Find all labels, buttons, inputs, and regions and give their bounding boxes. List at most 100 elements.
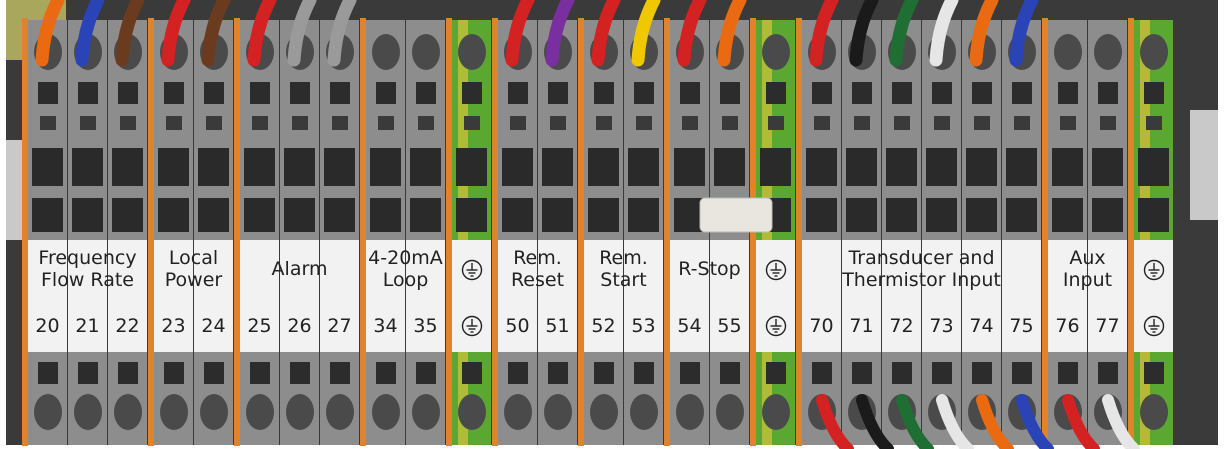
terminal-group: 4-20mA Loop 34 35 xyxy=(366,240,445,352)
terminal-group: Alarm 25 26 27 xyxy=(240,240,359,352)
ground-icon xyxy=(756,306,795,346)
terminal-24 xyxy=(194,20,233,445)
group-label-line: Flow Rate xyxy=(41,269,134,291)
terminal-number: 76 xyxy=(1055,315,1080,337)
terminal-number: 20 xyxy=(35,315,60,337)
terminal-group: Aux Input 76 77 xyxy=(1048,240,1127,352)
group-label-line: Loop xyxy=(382,269,429,291)
terminal-number: 34 xyxy=(373,315,398,337)
ground-terminal xyxy=(452,20,491,445)
terminal-group: Transducer and Thermistor Input 70 71 72 73 74… xyxy=(802,240,1041,352)
terminal-22 xyxy=(108,20,147,445)
terminal-70 xyxy=(802,20,841,445)
terminal-74 xyxy=(962,20,1001,445)
terminal-block-rail xyxy=(0,0,1224,449)
group-label: Frequency Flow Rate xyxy=(28,240,147,298)
terminal-block-photo: Frequency Flow Rate 20 21 22 Local Power 23 24 Al… xyxy=(0,0,1224,449)
group-label: Aux Input xyxy=(1048,240,1127,298)
ground-marker xyxy=(1134,240,1173,352)
terminal-number: 22 xyxy=(115,315,140,337)
group-label-line: 4-20mA xyxy=(368,247,443,269)
terminal-number: 55 xyxy=(717,315,742,337)
terminal-number: 21 xyxy=(75,315,100,337)
group-separator xyxy=(360,18,366,446)
ground-icon xyxy=(1134,306,1173,346)
ground-marker xyxy=(756,240,795,352)
group-label-line: Frequency xyxy=(38,247,137,269)
marker-strip: Frequency Flow Rate 20 21 22 Local Power 23 24 Al… xyxy=(16,240,1216,352)
group-label-line: Aux xyxy=(1069,247,1106,269)
group-label: 4-20mA Loop xyxy=(366,240,445,298)
group-separator xyxy=(664,18,670,446)
group-label: R-Stop xyxy=(670,240,749,298)
terminal-number: 23 xyxy=(161,315,186,337)
group-separator xyxy=(1042,18,1048,446)
group-separator xyxy=(22,18,28,446)
terminal-number: 74 xyxy=(969,315,994,337)
terminal-number: 75 xyxy=(1009,315,1034,337)
group-separator xyxy=(578,18,584,446)
terminal-72 xyxy=(882,20,921,445)
group-label-line: Alarm xyxy=(271,258,328,280)
terminal-21 xyxy=(68,20,107,445)
ground-icon xyxy=(452,250,491,290)
terminal-number: 24 xyxy=(201,315,226,337)
terminal-number: 72 xyxy=(889,315,914,337)
terminal-52 xyxy=(584,20,623,445)
terminal-group: Frequency Flow Rate 20 21 22 xyxy=(28,240,147,352)
group-label-line: Power xyxy=(164,269,223,291)
group-label-line: R-Stop xyxy=(678,258,741,280)
group-separator xyxy=(148,18,154,446)
terminal-number: 73 xyxy=(929,315,954,337)
terminal-number: 54 xyxy=(677,315,702,337)
terminal-number: 50 xyxy=(505,315,530,337)
terminal-27 xyxy=(320,20,359,445)
group-label-line: Input xyxy=(1062,269,1113,291)
terminal-number: 51 xyxy=(545,315,570,337)
terminal-54 xyxy=(670,20,709,445)
ground-icon xyxy=(756,250,795,290)
terminal-group: R-Stop 54 55 xyxy=(670,240,749,352)
group-separator xyxy=(234,18,240,446)
group-separator xyxy=(492,18,498,446)
test-plug xyxy=(699,197,773,233)
group-label: Alarm xyxy=(240,240,359,298)
terminal-number: 27 xyxy=(327,315,352,337)
terminal-number: 52 xyxy=(591,315,616,337)
group-label-line: Rem. xyxy=(513,247,562,269)
terminal-number: 26 xyxy=(287,315,312,337)
group-label-line: Rem. xyxy=(599,247,648,269)
terminal-50 xyxy=(498,20,537,445)
ground-icon xyxy=(452,306,491,346)
terminal-number: 70 xyxy=(809,315,834,337)
terminal-73 xyxy=(922,20,961,445)
terminal-71 xyxy=(842,20,881,445)
terminal-23 xyxy=(154,20,193,445)
ground-terminal xyxy=(1134,20,1173,445)
terminal-34 xyxy=(366,20,405,445)
terminal-51 xyxy=(538,20,577,445)
terminal-number: 53 xyxy=(631,315,656,337)
group-separator xyxy=(1128,18,1134,446)
group-label: Transducer and Thermistor Input xyxy=(802,240,1041,298)
group-separator xyxy=(446,18,452,446)
terminal-53 xyxy=(624,20,663,445)
ground-marker xyxy=(452,240,491,352)
terminal-26 xyxy=(280,20,319,445)
group-label: Rem. Reset xyxy=(498,240,577,298)
terminal-25 xyxy=(240,20,279,445)
group-label-line: Reset xyxy=(510,269,565,291)
group-label-line: Start xyxy=(600,269,647,291)
group-label-line: Thermistor Input xyxy=(842,269,1001,291)
terminal-number: 25 xyxy=(247,315,272,337)
group-label-line: Transducer and xyxy=(848,247,995,269)
terminal-group: Local Power 23 24 xyxy=(154,240,233,352)
terminal-group: Rem. Reset 50 51 xyxy=(498,240,577,352)
terminal-76 xyxy=(1048,20,1087,445)
ground-icon xyxy=(1134,250,1173,290)
terminal-75 xyxy=(1002,20,1041,445)
group-label-line: Local xyxy=(168,247,219,269)
terminal-20 xyxy=(28,20,67,445)
terminal-77 xyxy=(1088,20,1127,445)
group-label: Rem. Start xyxy=(584,240,663,298)
